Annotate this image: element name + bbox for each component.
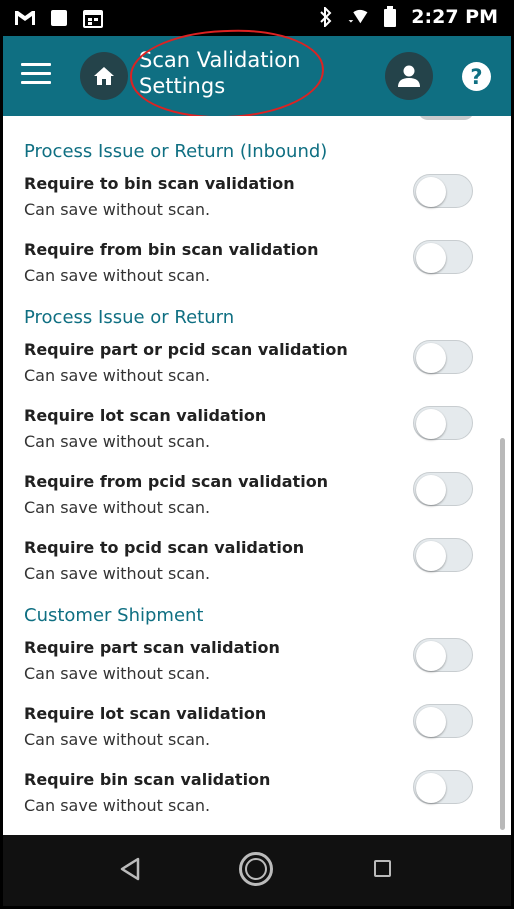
setting-label: Require part or pcid scan validation: [24, 340, 348, 359]
help-question-icon: ?: [470, 64, 483, 89]
setting-description: Can save without scan.: [24, 200, 211, 219]
section-header-issue-return: Process Issue or Return: [24, 307, 235, 328]
menu-button[interactable]: [21, 63, 51, 89]
home-icon: [94, 67, 114, 85]
gmail-icon: [14, 7, 36, 29]
status-bar-system: 2:27 PM: [315, 6, 498, 28]
battery-icon: [379, 6, 401, 28]
setting-toggle-switch[interactable]: [411, 636, 475, 674]
setting-row: Require from pcid scan validation Can sa…: [3, 472, 511, 532]
calendar-icon: [82, 7, 104, 29]
setting-description: Can save without scan.: [24, 498, 211, 517]
notification-square-icon: [48, 7, 70, 29]
setting-label: Require part scan validation: [24, 638, 280, 657]
help-button[interactable]: ?: [462, 62, 491, 91]
setting-description: Can save without scan.: [24, 796, 211, 815]
wifi-icon: [347, 6, 369, 28]
account-button[interactable]: [385, 52, 433, 100]
page-title: Scan Validation Settings: [139, 48, 301, 98]
status-bar: 2:27 PM: [0, 0, 514, 36]
hamburger-menu-icon-line: [21, 81, 51, 84]
setting-description: Can save without scan.: [24, 564, 211, 583]
setting-row: Require lot scan validation Can save wit…: [3, 704, 511, 764]
setting-toggle-switch[interactable]: [411, 702, 475, 740]
setting-toggle-switch[interactable]: [411, 536, 475, 574]
setting-row: Require from bin scan validation Can sav…: [3, 240, 511, 300]
home-circle-icon[interactable]: [239, 852, 273, 886]
setting-toggle-switch[interactable]: [411, 768, 475, 806]
setting-toggle-switch[interactable]: [411, 238, 475, 276]
hamburger-menu-icon-line: [21, 63, 51, 66]
section-header-customer-shipment: Customer Shipment: [24, 605, 204, 626]
status-bar-notifications: [14, 7, 104, 29]
setting-label: Require from bin scan validation: [24, 240, 319, 259]
app-bar: Scan Validation Settings ?: [3, 26, 511, 122]
setting-toggle-switch[interactable]: [411, 338, 475, 376]
setting-toggle-switch[interactable]: [411, 470, 475, 508]
setting-row: Require to pcid scan validation Can save…: [3, 538, 511, 598]
clock-time: 2:27 PM: [411, 6, 498, 28]
navigation-bar: [3, 835, 511, 906]
setting-row: Require bin scan validation Can save wit…: [3, 770, 511, 830]
setting-row: Require lot scan validation Can save wit…: [3, 406, 511, 466]
setting-description: Can save without scan.: [24, 730, 211, 749]
back-triangle-icon[interactable]: [119, 857, 141, 886]
setting-description: Can save without scan.: [24, 366, 211, 385]
hamburger-menu-icon-line: [21, 72, 51, 75]
setting-label: Require lot scan validation: [24, 704, 267, 723]
section-header-inbound: Process Issue or Return (Inbound): [24, 141, 328, 162]
setting-label: Require to pcid scan validation: [24, 538, 305, 557]
setting-toggle-switch[interactable]: [411, 172, 475, 210]
setting-row: Require part scan validation Can save wi…: [3, 638, 511, 698]
setting-row: Require part or pcid scan validation Can…: [3, 340, 511, 400]
recent-apps-square-icon[interactable]: [374, 860, 391, 877]
setting-label: Require lot scan validation: [24, 406, 267, 425]
partially-visible-toggle[interactable]: [418, 116, 474, 120]
person-icon: [398, 65, 420, 87]
setting-label: Require bin scan validation: [24, 770, 271, 789]
setting-description: Can save without scan.: [24, 664, 211, 683]
bluetooth-icon: [315, 6, 337, 28]
home-button[interactable]: [80, 52, 128, 100]
setting-toggle-switch[interactable]: [411, 404, 475, 442]
settings-content[interactable]: Process Issue or Return (Inbound) Requir…: [3, 116, 511, 835]
scrollbar[interactable]: [500, 438, 505, 830]
setting-label: Require from pcid scan validation: [24, 472, 329, 491]
setting-label: Require to bin scan validation: [24, 174, 295, 193]
setting-description: Can save without scan.: [24, 266, 211, 285]
phone-screen: 2:27 PM Scan Validation Settings ? Proce…: [0, 0, 514, 909]
setting-row: Require to bin scan validation Can save …: [3, 174, 511, 234]
setting-description: Can save without scan.: [24, 432, 211, 451]
